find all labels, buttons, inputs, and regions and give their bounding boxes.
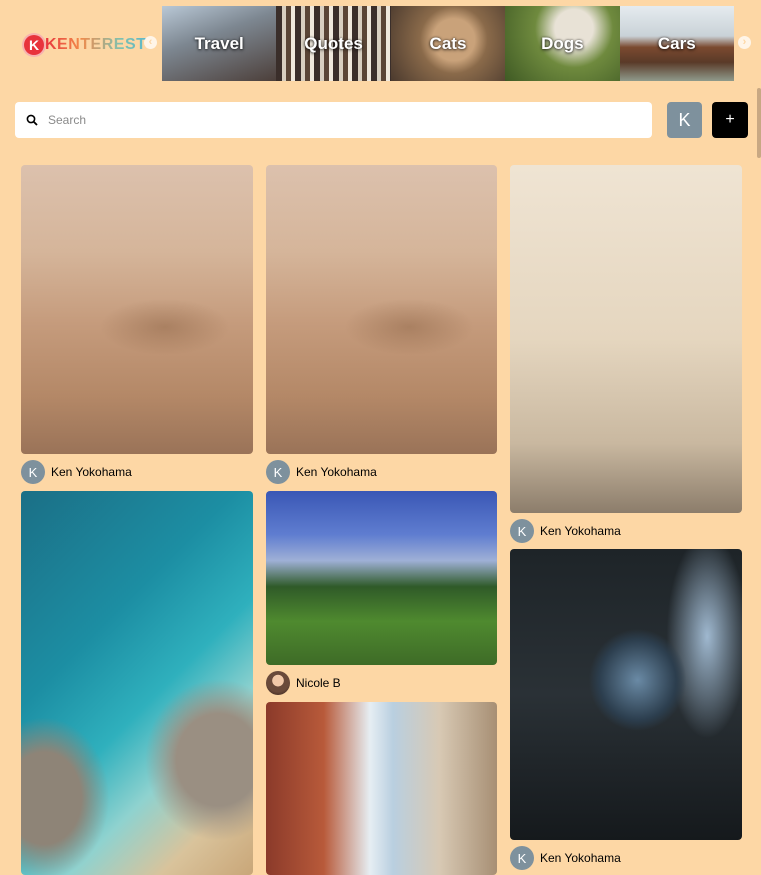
category-label: Quotes: [304, 33, 363, 53]
pin-author[interactable]: K Ken Yokohama: [21, 460, 132, 484]
search-icon: [26, 114, 38, 126]
category-cats[interactable]: Cats: [390, 6, 506, 81]
category-travel[interactable]: Travel: [162, 6, 277, 81]
author-name: Ken Yokohama: [540, 851, 621, 865]
chevron-right-icon[interactable]: ›: [738, 36, 751, 49]
pin-image-venice[interactable]: [266, 702, 497, 875]
search-input[interactable]: [46, 112, 630, 128]
search-bar[interactable]: [15, 102, 652, 138]
chevron-left-icon[interactable]: ‹: [144, 36, 157, 49]
user-profile-button[interactable]: K: [667, 102, 702, 138]
pin-author[interactable]: K Ken Yokohama: [510, 846, 621, 870]
pin-image-desk[interactable]: [510, 549, 742, 840]
pin-author[interactable]: Nicole B: [266, 671, 341, 695]
category-label: Travel: [194, 33, 244, 53]
add-pin-button[interactable]: +: [712, 102, 748, 138]
logo-text: KENTEREST: [45, 36, 147, 53]
category-dogs[interactable]: Dogs: [505, 6, 620, 81]
logo-mark: K: [24, 35, 44, 55]
avatar: K: [21, 460, 45, 484]
category-label: Cats: [429, 33, 467, 53]
avatar: K: [266, 460, 290, 484]
author-name: Ken Yokohama: [296, 465, 377, 479]
category-quotes[interactable]: Quotes: [276, 6, 391, 81]
avatar: K: [510, 519, 534, 543]
category-label: Dogs: [541, 33, 584, 53]
pin-image-garden[interactable]: [266, 491, 497, 665]
category-cars[interactable]: Cars: [619, 6, 734, 81]
category-carousel: Travel Quotes Cats Dogs Cars: [162, 6, 734, 81]
category-label: Cars: [657, 33, 696, 53]
author-name: Nicole B: [296, 676, 341, 690]
logo[interactable]: K KENTEREST: [24, 34, 146, 56]
pin-image-pyramids[interactable]: [266, 165, 497, 454]
pin-image-building[interactable]: [510, 165, 742, 513]
pin-image-coastline[interactable]: [21, 491, 253, 875]
avatar: K: [510, 846, 534, 870]
avatar: [266, 671, 290, 695]
pin-author[interactable]: K Ken Yokohama: [510, 519, 621, 543]
pin-image-pyramids[interactable]: [21, 165, 253, 454]
author-name: Ken Yokohama: [51, 465, 132, 479]
pin-author[interactable]: K Ken Yokohama: [266, 460, 377, 484]
author-name: Ken Yokohama: [540, 524, 621, 538]
scrollbar[interactable]: [757, 88, 761, 158]
